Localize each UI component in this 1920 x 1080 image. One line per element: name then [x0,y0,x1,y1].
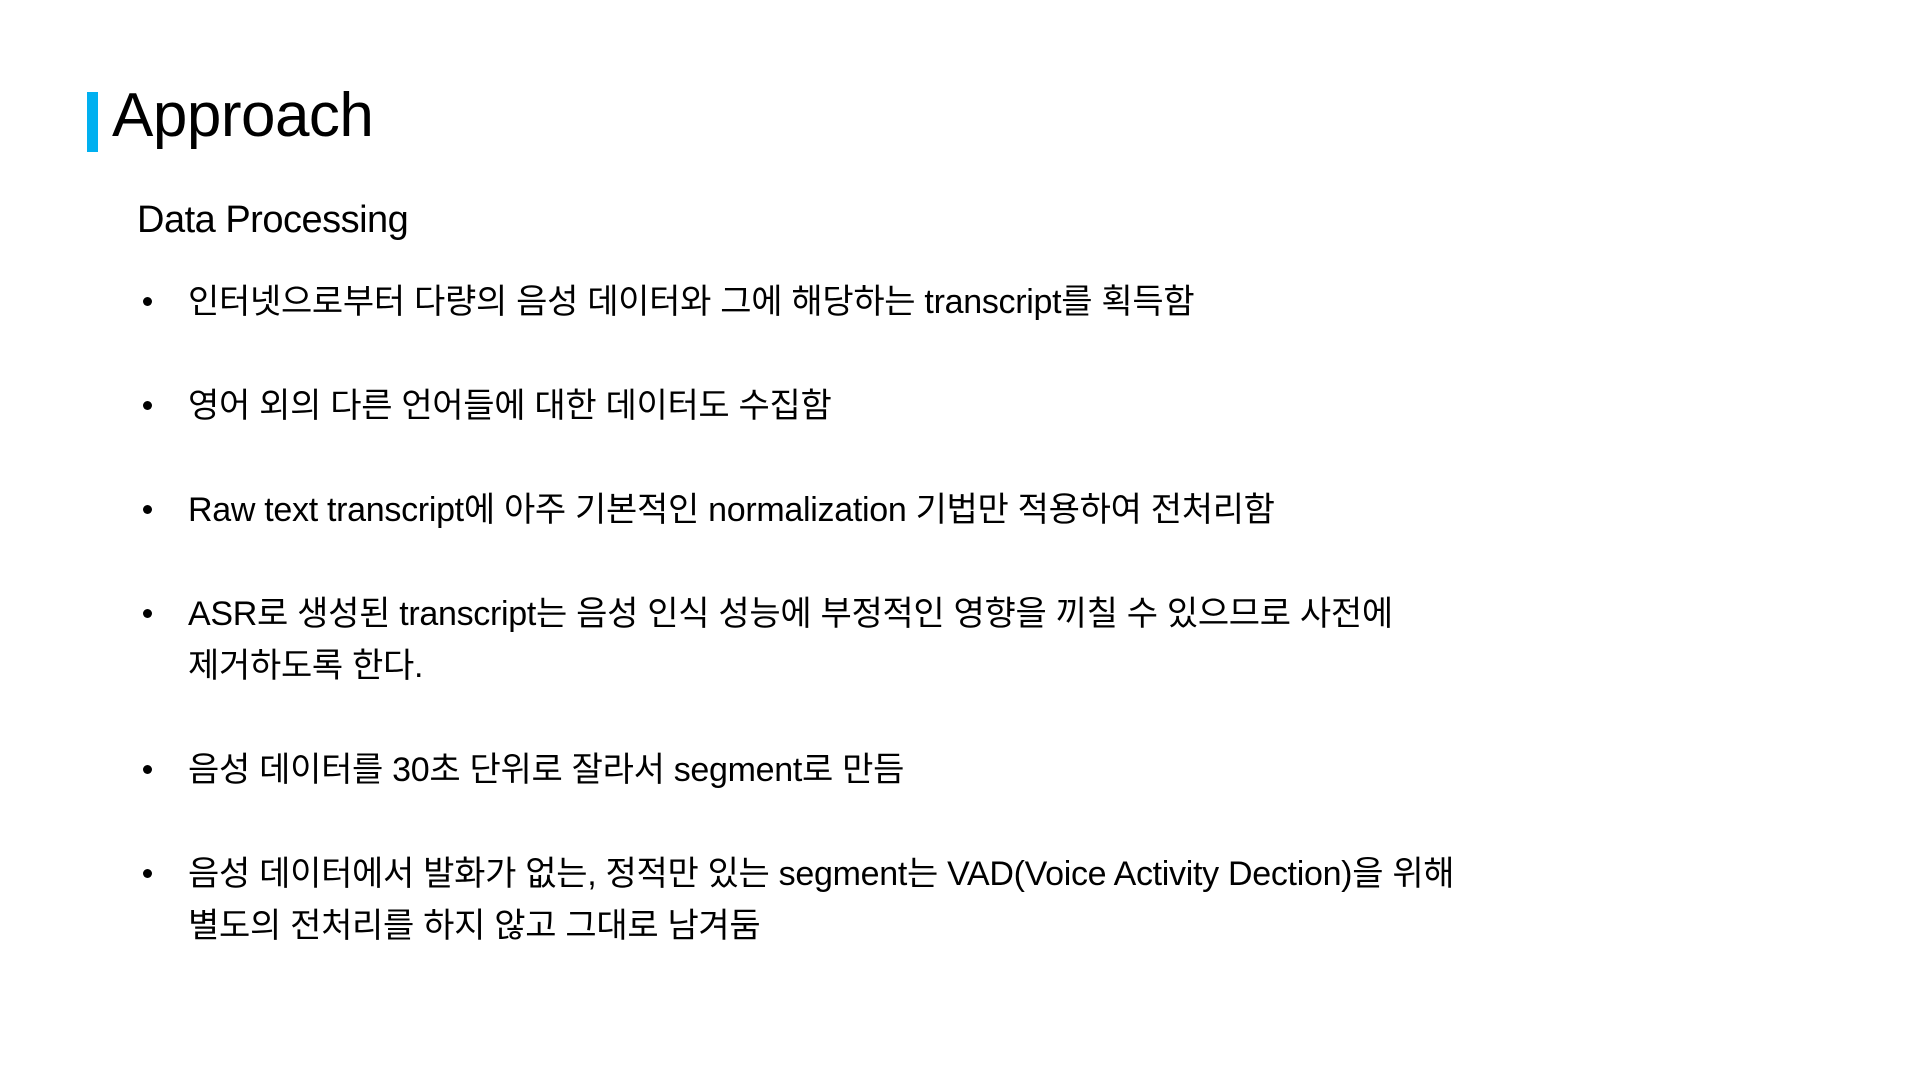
bullet-item: 음성 데이터에서 발화가 없는, 정적만 있는 segment는 VAD(Voi… [0,848,1688,952]
bullet-list: 인터넷으로부터 다량의 음성 데이터와 그에 해당하는 transcript를 … [0,276,1920,1004]
bullet-text: Raw text transcript에 아주 기본적인 normalizati… [188,491,1275,529]
bullet-text: 음성 데이터에서 발화가 없는, 정적만 있는 segment는 VAD(Voi… [188,855,1455,893]
bullet-dot-icon [143,297,152,306]
bullet-text: 음성 데이터를 30초 단위로 잘라서 segment로 만듬 [188,751,905,789]
bullet-dot-icon [143,505,152,514]
bullet-dot-icon [143,765,152,774]
section-subtitle: Data Processing [137,199,409,241]
bullet-item: Raw text transcript에 아주 기본적인 normalizati… [0,484,1688,536]
slide: Approach Data Processing 인터넷으로부터 다량의 음성 … [0,0,1920,1080]
bullet-item: 영어 외의 다른 언어들에 대한 데이터도 수집함 [0,380,1688,432]
bullet-text: 인터넷으로부터 다량의 음성 데이터와 그에 해당하는 transcript를 … [188,283,1195,321]
bullet-item: 음성 데이터를 30초 단위로 잘라서 segment로 만듬 [0,744,1688,796]
bullet-text: 영어 외의 다른 언어들에 대한 데이터도 수집함 [188,387,832,425]
bullet-dot-icon [143,609,152,618]
title-accent-bar [87,92,98,152]
bullet-item: 인터넷으로부터 다량의 음성 데이터와 그에 해당하는 transcript를 … [0,276,1688,328]
bullet-text-continuation: 제거하도록 한다. [188,647,424,685]
bullet-text-continuation: 별도의 전처리를 하지 않고 그대로 남겨둠 [188,907,761,945]
slide-title: Approach [112,81,374,150]
bullet-item: ASR로 생성된 transcript는 음성 인식 성능에 부정적인 영향을 … [0,588,1688,692]
bullet-text: ASR로 생성된 transcript는 음성 인식 성능에 부정적인 영향을 … [188,595,1393,633]
bullet-dot-icon [143,401,152,410]
bullet-dot-icon [143,869,152,878]
